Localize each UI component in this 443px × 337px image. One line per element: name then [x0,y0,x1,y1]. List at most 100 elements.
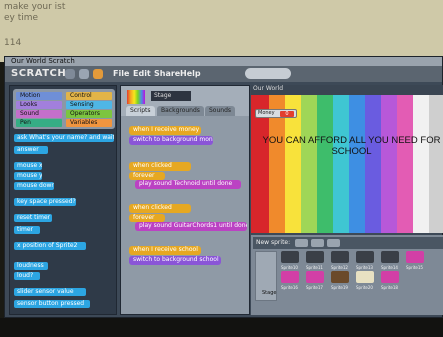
script-when-receive-money[interactable]: when I receive money [129,126,201,135]
block-answer[interactable]: answer [14,146,48,154]
scratch-window: Our World Scratch SCRATCH File Edit Shar… [4,56,443,318]
category-looks[interactable]: Looks [16,101,62,109]
menu-file[interactable]: File [113,69,129,78]
note-line-3: 114 [4,38,22,48]
sprite-thumb-17[interactable] [306,271,324,283]
sprite-thumb-15[interactable] [406,251,424,263]
sprite-label-17: Sprite17 [306,285,323,290]
block-x-position-of[interactable]: x position of Sprite2 [14,242,86,250]
sprites-panel: New sprite: Stage Sprite10 Sprite11 Spri… [251,235,443,315]
script-play-sound-technoid[interactable]: play sound Technoid until done [135,180,241,189]
sprite-thumb-19[interactable] [331,271,349,283]
sprite-thumb-13[interactable] [356,251,374,263]
menu-bar: SCRATCH File Edit Share Help [5,66,442,82]
block-mouse-down[interactable]: mouse down? [14,182,54,190]
tab-backgrounds[interactable]: Backgrounds [157,106,204,116]
stripe-pink [397,95,413,233]
sprite-label-18: Sprite18 [381,285,398,290]
sprite-label-10: Sprite10 [281,265,298,270]
current-sprite-header: Stage Scripts Backgrounds Sounds [121,86,249,116]
category-variables[interactable]: Variables [66,119,112,127]
tab-sounds[interactable]: Sounds [205,106,236,116]
sprite-thumb-11[interactable] [306,251,324,263]
stage-mode-buttons[interactable] [245,68,291,79]
script-play-sound-guitar[interactable]: play sound GuitarChords1 until done [135,222,247,231]
block-reset-timer[interactable]: reset timer [14,214,52,222]
block-loudness[interactable]: loudness [14,262,48,270]
block-loud[interactable]: loud? [14,272,40,280]
stage-thumbnail [127,90,145,104]
scripts-area[interactable]: Stage Scripts Backgrounds Sounds when I … [120,85,250,315]
sprite-label-20: Sprite20 [356,285,373,290]
note-line-2: ey time [4,13,39,23]
globe-icon[interactable] [65,69,75,79]
sprite-thumb-12[interactable] [331,251,349,263]
block-ask-and-wait[interactable]: ask What's your name? and wait [14,134,114,142]
sprite-label-15: Sprite15 [406,265,423,270]
stripe-violet [381,95,397,233]
stage-selector[interactable]: Stage [255,251,277,301]
sprite-label-11: Sprite11 [306,265,323,270]
stage-panel: Our World Money 0 YOU CAN AFFORD ALL YOU… [251,85,443,233]
sprite-thumb-16[interactable] [281,271,299,283]
background-note: make your ist ey time 114 [0,0,443,62]
category-operators[interactable]: Operators [66,110,112,118]
scratch-logo: SCRATCH [11,68,67,79]
stripe-grey [429,95,443,233]
money-value: 0 [280,111,294,117]
block-key-pressed[interactable]: key space pressed? [14,198,76,206]
block-mouse-y[interactable]: mouse y [14,172,42,180]
save-icon[interactable] [79,69,89,79]
script-switch-background-school[interactable]: switch to background school [129,256,221,265]
script-when-flag-clicked-2[interactable]: when clicked [129,204,191,213]
script-when-receive-school[interactable]: when I receive school [129,246,201,255]
stage-selector-label: Stage [262,290,277,296]
menu-help[interactable]: Help [180,69,201,78]
stripe-blue [349,95,365,233]
category-pen[interactable]: Pen [16,119,62,127]
menu-edit[interactable]: Edit [133,69,151,78]
script-when-flag-clicked-1[interactable]: when clicked [129,162,191,171]
photo-bottom-edge [0,318,443,337]
stripe-cyan [333,95,349,233]
stripe-indigo [365,95,381,233]
tab-scripts[interactable]: Scripts [126,106,155,116]
sprite-label-16: Sprite16 [281,285,298,290]
block-timer[interactable]: timer [14,226,40,234]
menu-share[interactable]: Share [154,69,180,78]
sprite-thumb-20[interactable] [356,271,374,283]
script-forever-1[interactable]: forever [129,172,165,180]
block-sensor-button-pressed[interactable]: sensor button pressed [14,300,90,308]
stage-title: Our World [253,85,284,92]
note-line-1: make your ist [4,2,66,12]
category-sound[interactable]: Sound [16,110,62,118]
block-mouse-x[interactable]: mouse x [14,162,42,170]
category-control[interactable]: Control [66,92,112,100]
category-sensing[interactable]: Sensing [66,101,112,109]
sprite-label-19: Sprite19 [331,285,348,290]
window-titlebar[interactable]: Our World Scratch [5,57,442,66]
sprite-thumb-18[interactable] [381,271,399,283]
money-variable-monitor: Money 0 [255,109,297,118]
category-grid: Motion Control Looks Sensing Sound Opera… [13,89,115,129]
share-icon[interactable] [93,69,103,79]
script-switch-background-money[interactable]: switch to background money [129,136,213,145]
new-sprite-bar: New sprite: [253,237,443,249]
sprite-name-field[interactable]: Stage [151,91,191,101]
photo-of-screen: make your ist ey time 114 Our World Scra… [0,0,443,337]
paint-sprite-icon[interactable] [295,239,308,247]
surprise-sprite-icon[interactable] [327,239,340,247]
script-forever-2[interactable]: forever [129,214,165,222]
stripe-lime [301,95,317,233]
sprite-thumb-14[interactable] [381,251,399,263]
sprite-thumb-10[interactable] [281,251,299,263]
stripe-white [413,95,429,233]
sprite-label-12: Sprite12 [331,265,348,270]
new-sprite-label: New sprite: [256,239,291,246]
category-motion[interactable]: Motion [16,92,62,100]
block-palette: Motion Control Looks Sensing Sound Opera… [9,85,117,315]
stage[interactable]: Money 0 YOU CAN AFFORD ALL YOU NEED FOR … [251,95,443,233]
stage-message: YOU CAN AFFORD ALL YOU NEED FOR SCHOOL [262,135,441,157]
choose-sprite-icon[interactable] [311,239,324,247]
block-slider-sensor-value[interactable]: slider sensor value [14,288,86,296]
